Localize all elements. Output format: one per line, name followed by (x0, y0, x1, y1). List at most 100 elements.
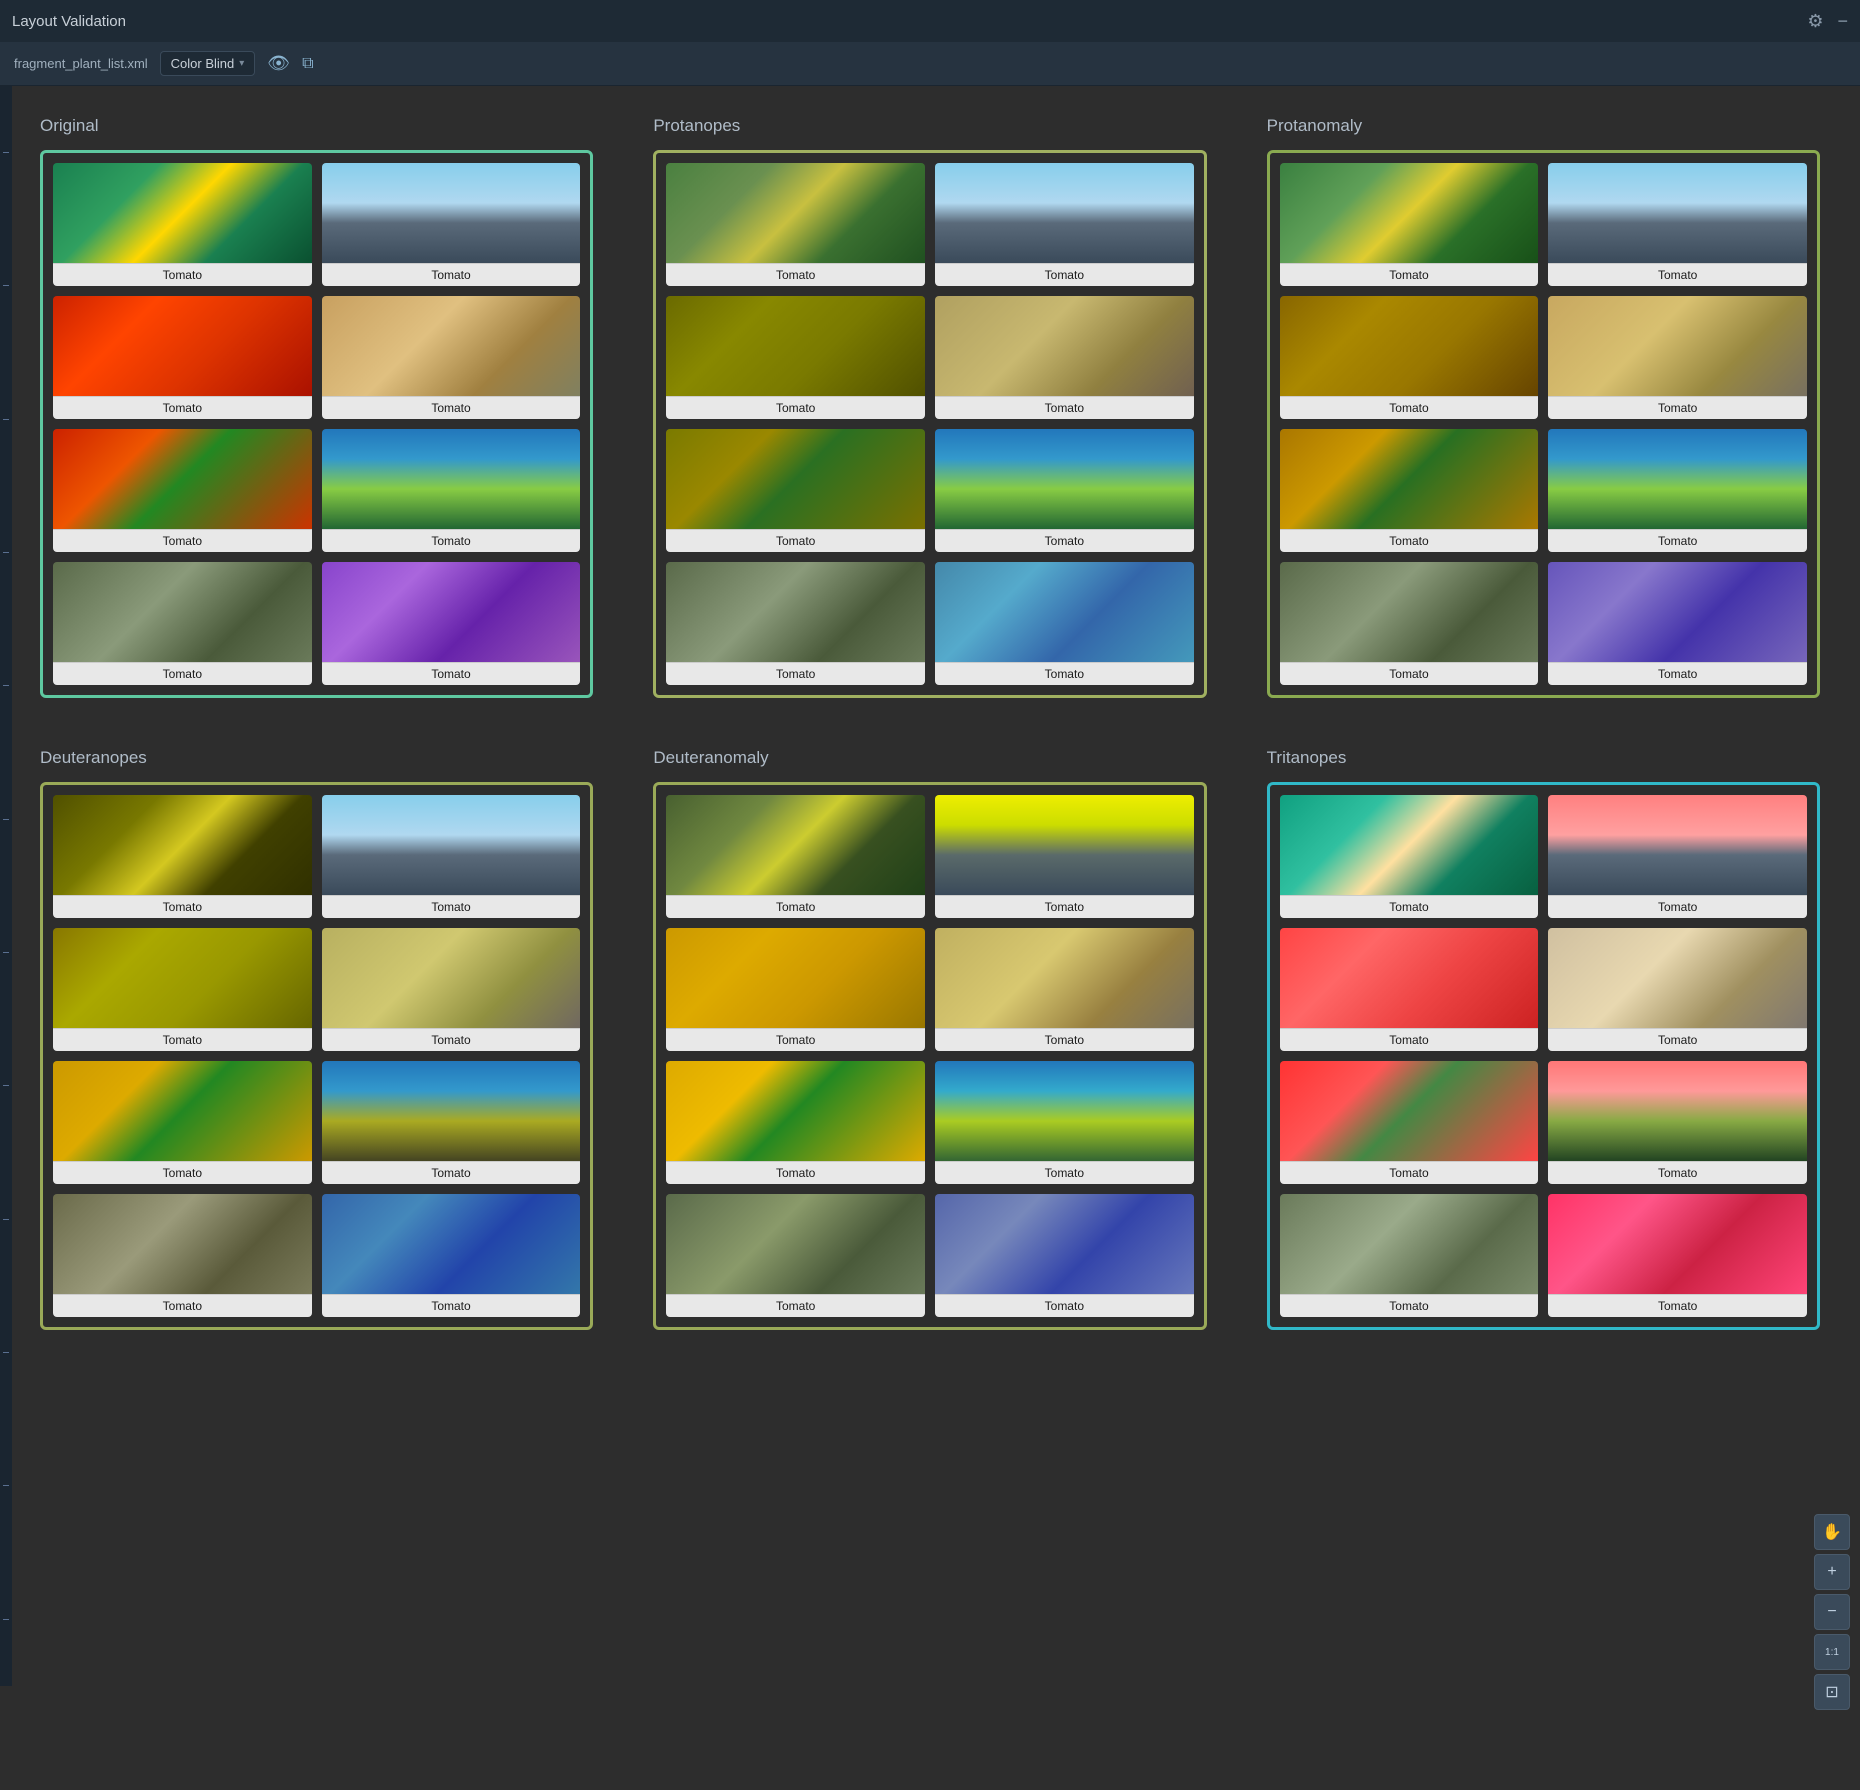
fit-screen-button[interactable]: ⊡ (1814, 1674, 1850, 1710)
card: Tomato (322, 429, 581, 552)
card-image (322, 1061, 581, 1161)
card: Tomato (53, 928, 312, 1051)
card-image (935, 928, 1194, 1028)
card-label: Tomato (666, 662, 925, 685)
card: Tomato (322, 795, 581, 918)
settings-icon[interactable]: ⚙ (1807, 11, 1823, 32)
panel-grid-tritanopes: TomatoTomatoTomatoTomatoTomatoTomatoToma… (1267, 782, 1820, 1330)
ruler-tick (3, 685, 9, 686)
card: Tomato (322, 1061, 581, 1184)
card-image (666, 1061, 925, 1161)
card-label: Tomato (935, 1294, 1194, 1317)
panel-title-original: Original (40, 116, 593, 136)
zoom-in-button[interactable]: + (1814, 1554, 1850, 1590)
card-label: Tomato (1280, 529, 1539, 552)
card-image (322, 296, 581, 396)
card-image (1280, 562, 1539, 662)
card-image (935, 1061, 1194, 1161)
card: Tomato (666, 795, 925, 918)
card-label: Tomato (322, 263, 581, 286)
card: Tomato (53, 1194, 312, 1317)
panel-title-tritanopes: Tritanopes (1267, 748, 1820, 768)
card: Tomato (53, 296, 312, 419)
card-label: Tomato (1548, 1294, 1807, 1317)
card: Tomato (935, 163, 1194, 286)
panel-protanopes: ProtanopesTomatoTomatoTomatoTomatoTomato… (653, 116, 1206, 698)
card: Tomato (53, 429, 312, 552)
card-image (666, 795, 925, 895)
card-label: Tomato (322, 396, 581, 419)
card-image (53, 296, 312, 396)
card: Tomato (1548, 562, 1807, 685)
card-label: Tomato (53, 396, 312, 419)
card: Tomato (666, 163, 925, 286)
color-blind-dropdown[interactable]: Color Blind ▾ (160, 51, 256, 76)
ruler-tick (3, 819, 9, 820)
card-image (1548, 429, 1807, 529)
card-image (322, 163, 581, 263)
card-image (666, 928, 925, 1028)
card: Tomato (1280, 296, 1539, 419)
minimize-icon[interactable]: − (1837, 11, 1848, 32)
card: Tomato (935, 429, 1194, 552)
zoom-out-button[interactable]: − (1814, 1594, 1850, 1630)
filename-label: fragment_plant_list.xml (14, 56, 148, 71)
card-label: Tomato (322, 1028, 581, 1051)
copy-icon[interactable]: ⧉ (302, 55, 313, 73)
card-image (1548, 928, 1807, 1028)
card-image (53, 562, 312, 662)
card-label: Tomato (1280, 396, 1539, 419)
card-image (1280, 1194, 1539, 1294)
card: Tomato (53, 795, 312, 918)
card-label: Tomato (1280, 1161, 1539, 1184)
card-label: Tomato (935, 1028, 1194, 1051)
card-image (666, 562, 925, 662)
ruler-tick (3, 1219, 9, 1220)
card: Tomato (935, 928, 1194, 1051)
card-label: Tomato (666, 396, 925, 419)
card: Tomato (1548, 163, 1807, 286)
panel-title-deuteranopes: Deuteranopes (40, 748, 593, 768)
card-image (1280, 296, 1539, 396)
card-label: Tomato (666, 263, 925, 286)
card-label: Tomato (322, 529, 581, 552)
card-label: Tomato (53, 1161, 312, 1184)
panel-original: Original Tomato Tomato Tomato Tomato Tomato To… (40, 116, 593, 698)
eye-icon[interactable]: 👁 (267, 53, 290, 74)
card: Tomato (935, 562, 1194, 685)
card-label: Tomato (53, 263, 312, 286)
card-image (935, 562, 1194, 662)
card-label: Tomato (666, 895, 925, 918)
card: Tomato (1280, 163, 1539, 286)
card-image (322, 795, 581, 895)
card: Tomato (322, 1194, 581, 1317)
card: Tomato (1548, 795, 1807, 918)
card-image (666, 429, 925, 529)
card-image (322, 429, 581, 529)
hand-tool-button[interactable]: ✋ (1814, 1514, 1850, 1550)
card-label: Tomato (322, 895, 581, 918)
dropdown-label: Color Blind (171, 56, 235, 71)
card: Tomato (666, 1194, 925, 1317)
card-label: Tomato (322, 1161, 581, 1184)
card: Tomato (322, 296, 581, 419)
left-ruler (0, 86, 12, 1686)
card-image (935, 795, 1194, 895)
card-image (1548, 562, 1807, 662)
card-label: Tomato (1280, 895, 1539, 918)
title-bar: Layout Validation ⚙ − (0, 0, 1860, 42)
panel-grid-original: TomatoTomatoTomatoTomatoTomatoTomatoToma… (40, 150, 593, 698)
card-label: Tomato (666, 1161, 925, 1184)
card-image (322, 1194, 581, 1294)
card: Tomato (935, 795, 1194, 918)
card-label: Tomato (53, 895, 312, 918)
panel-protanomaly: ProtanomalyTomatoTomatoTomatoTomatoTomat… (1267, 116, 1820, 698)
card-image (53, 429, 312, 529)
card-image (1548, 163, 1807, 263)
card-label: Tomato (935, 529, 1194, 552)
title-bar-left: Layout Validation (12, 13, 126, 30)
card-label: Tomato (935, 662, 1194, 685)
actual-size-button[interactable]: 1:1 (1814, 1634, 1850, 1670)
card-image (666, 296, 925, 396)
card: Tomato (935, 1194, 1194, 1317)
